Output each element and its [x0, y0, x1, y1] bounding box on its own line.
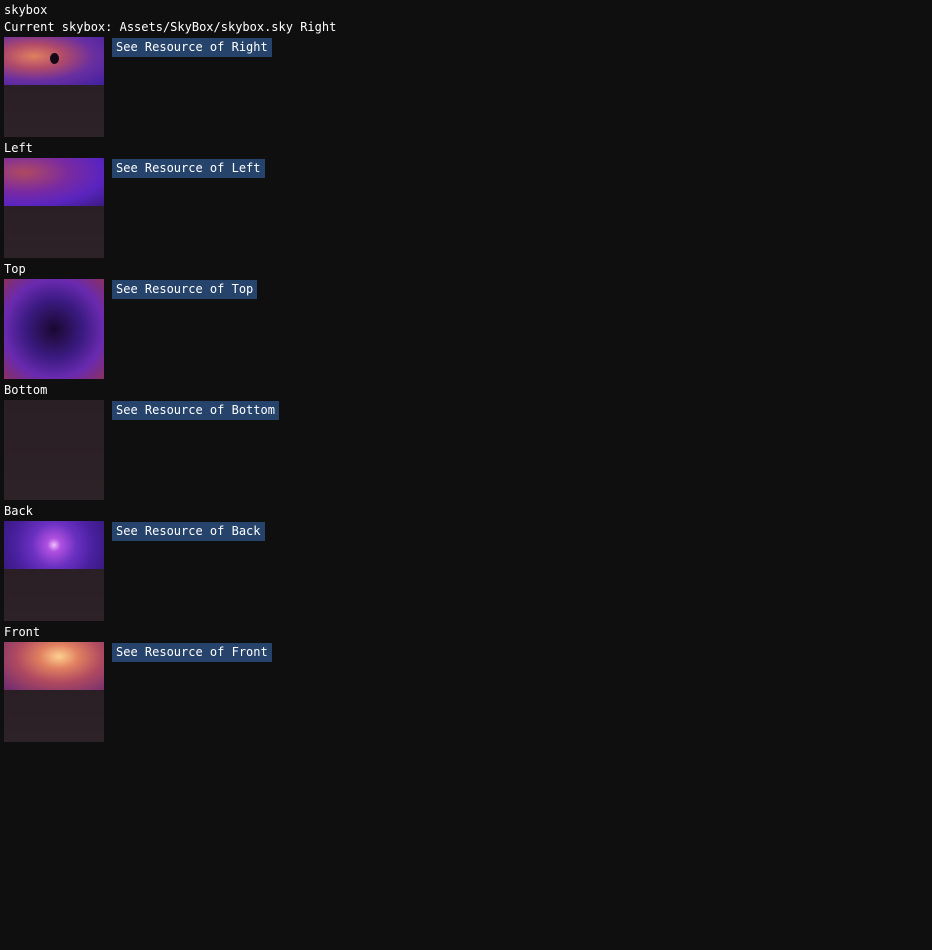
face-label-bottom: Bottom: [4, 383, 48, 397]
see-resource-back-button[interactable]: See Resource of Back: [112, 522, 265, 541]
thumbnail-front: [4, 642, 104, 742]
thumbnail-right: [4, 37, 104, 137]
face-label-left: Left: [4, 141, 33, 155]
face-label-front: Front: [4, 625, 41, 639]
thumbnail-back: [4, 521, 104, 621]
see-resource-front-button[interactable]: See Resource of Front: [112, 643, 272, 662]
see-resource-bottom-button[interactable]: See Resource of Bottom: [112, 401, 279, 420]
thumbnail-top: [4, 279, 104, 379]
face-label-back: Back: [4, 504, 33, 518]
thumbnail-bottom: [4, 400, 104, 500]
face-label-top: Top: [4, 262, 26, 276]
see-resource-right-button[interactable]: See Resource of Right: [112, 38, 272, 57]
see-resource-top-button[interactable]: See Resource of Top: [112, 280, 258, 299]
current-skybox-label: Current skybox: Assets/SkyBox/skybox.sky…: [4, 20, 337, 34]
thumbnail-left: [4, 158, 104, 258]
see-resource-left-button[interactable]: See Resource of Left: [112, 159, 265, 178]
window-title: skybox: [4, 3, 48, 17]
